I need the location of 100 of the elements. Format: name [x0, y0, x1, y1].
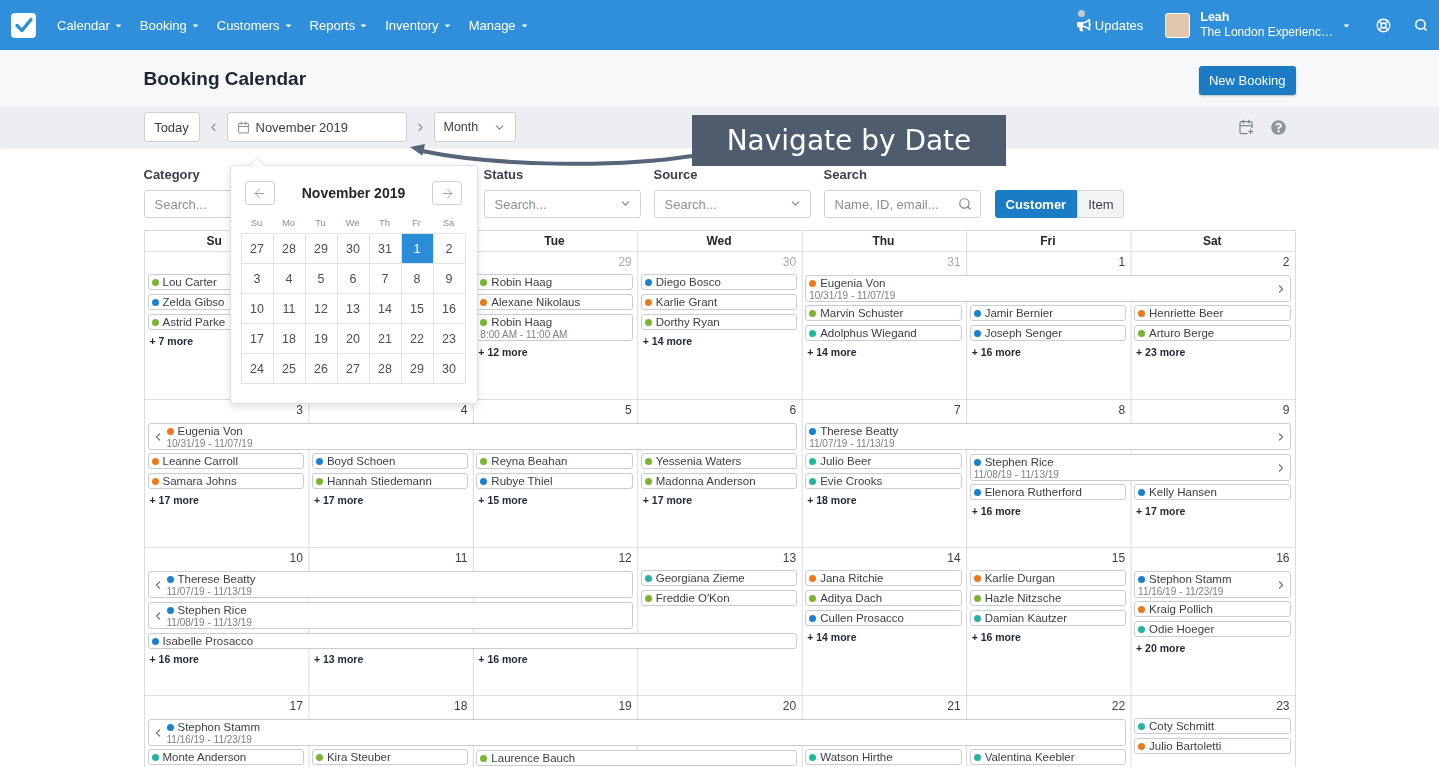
booking-chip[interactable]: Samara Johns	[147, 473, 304, 489]
date-picker-day[interactable]: 13	[337, 294, 370, 324]
booking-bar[interactable]: Therese Beatty 11/07/19 - 11/13/19	[147, 571, 633, 598]
date-picker-day[interactable]: 3	[241, 264, 274, 294]
date-picker-day[interactable]: 12	[305, 294, 338, 324]
more-link[interactable]: + 16 more	[971, 505, 1021, 518]
booking-chip[interactable]: Watson Hirthe	[805, 749, 962, 765]
date-picker-day[interactable]: 8	[401, 264, 434, 294]
booking-chip[interactable]: Julio Beer	[805, 453, 962, 469]
new-booking-button[interactable]: New Booking	[1198, 65, 1296, 95]
date-picker-day[interactable]: 22	[401, 324, 434, 354]
date-picker-day[interactable]: 9	[433, 264, 466, 294]
date-picker-day[interactable]: 20	[337, 324, 370, 354]
date-picker-day[interactable]: 15	[401, 294, 434, 324]
booking-chip[interactable]: Georgiana Zieme	[640, 570, 798, 586]
mode-toggle-option[interactable]: Customer	[994, 190, 1078, 218]
booking-chip[interactable]: Kelly Hansen	[1134, 484, 1291, 500]
more-link[interactable]: + 20 more	[1136, 642, 1186, 655]
booking-chip[interactable]: Evie Crooks	[805, 473, 962, 489]
logo-icon[interactable]	[11, 12, 36, 38]
more-link[interactable]: + 17 more	[1136, 505, 1186, 518]
booking-bar[interactable]: Stephon Stamm 11/16/19 - 11/23/19	[147, 719, 1127, 746]
date-picker-day[interactable]: 31	[369, 234, 402, 264]
booking-chip[interactable]: Robin Haag 8:00 AM - 11:00 AM	[476, 314, 633, 341]
booking-chip[interactable]: Cullen Prosacco	[805, 610, 962, 626]
date-field[interactable]: November 2019	[226, 112, 407, 142]
booking-chip[interactable]: Kira Steuber	[311, 749, 469, 765]
booking-chip[interactable]: Jamir Bernier	[969, 305, 1127, 321]
date-picker-day[interactable]: 4	[273, 264, 306, 294]
date-picker-day[interactable]: 17	[241, 324, 274, 354]
date-picker-day[interactable]: 28	[273, 234, 306, 264]
date-picker-day[interactable]: 16	[433, 294, 466, 324]
booking-chip[interactable]: Dorthy Ryan	[640, 314, 798, 330]
more-link[interactable]: + 14 more	[807, 346, 857, 359]
booking-bar[interactable]: Isabelle Prosacco	[147, 633, 798, 649]
date-picker-day[interactable]: 28	[369, 354, 402, 384]
more-link[interactable]: + 16 more	[971, 631, 1021, 644]
booking-bar[interactable]: Eugenia Von 10/31/19 - 11/07/19	[147, 423, 798, 450]
booking-chip[interactable]: Kraig Pollich	[1134, 601, 1291, 617]
booking-bar[interactable]: Stephen Rice 11/08/19 - 11/13/19	[969, 454, 1291, 481]
booking-chip[interactable]: Coty Schmitt	[1134, 718, 1291, 734]
more-link[interactable]: + 14 more	[807, 631, 857, 644]
booking-bar[interactable]: Laurence Bauch	[476, 750, 798, 766]
booking-chip[interactable]: Madonna Anderson	[640, 473, 798, 489]
date-picker-day[interactable]: 18	[273, 324, 306, 354]
search-icon[interactable]	[1414, 18, 1428, 32]
booking-chip[interactable]: Jana Ritchie	[805, 570, 962, 586]
booking-chip[interactable]: Robin Haag	[476, 274, 633, 290]
booking-chip[interactable]: Henriette Beer	[1134, 305, 1291, 321]
booking-bar[interactable]: Eugenia Von 10/31/19 - 11/07/19	[805, 275, 1291, 302]
booking-chip[interactable]: Elenora Rutherford	[969, 484, 1127, 500]
booking-chip[interactable]: Arturo Berge	[1134, 325, 1291, 341]
booking-chip[interactable]: Karlie Durgan	[969, 570, 1127, 586]
booking-bar[interactable]: Therese Beatty 11/07/19 - 11/13/19	[805, 423, 1291, 450]
next-month-button[interactable]	[432, 181, 463, 205]
date-picker-day[interactable]: 29	[401, 354, 434, 384]
booking-chip[interactable]: Monte Anderson	[147, 749, 304, 765]
date-picker-day[interactable]: 21	[369, 324, 402, 354]
booking-chip[interactable]: Rubye Thiel	[476, 473, 633, 489]
today-button[interactable]: Today	[143, 112, 200, 142]
booking-chip[interactable]: Reyna Beahan	[476, 453, 633, 469]
more-link[interactable]: + 16 more	[149, 653, 199, 666]
date-picker-day[interactable]: 30	[433, 354, 466, 384]
more-link[interactable]: + 16 more	[478, 653, 528, 666]
date-picker-day[interactable]: 11	[273, 294, 306, 324]
booking-chip[interactable]: Damian Kautzer	[969, 610, 1127, 626]
booking-chip[interactable]: Marvin Schuster	[805, 305, 962, 321]
booking-chip[interactable]: Leanne Carroll	[147, 453, 304, 469]
date-picker-day[interactable]: 19	[305, 324, 338, 354]
more-link[interactable]: + 23 more	[1136, 346, 1186, 359]
date-picker-day[interactable]: 23	[433, 324, 466, 354]
date-picker-day[interactable]: 25	[273, 354, 306, 384]
date-picker-day[interactable]: 26	[305, 354, 338, 384]
date-picker-day[interactable]: 27	[337, 354, 370, 384]
booking-chip[interactable]: Adolphus Wiegand	[805, 325, 962, 341]
mode-toggle-option[interactable]: Item	[1077, 190, 1125, 218]
more-link[interactable]: + 17 more	[313, 494, 364, 507]
booking-chip[interactable]: Hannah Stiedemann	[311, 473, 469, 489]
more-link[interactable]: + 14 more	[642, 335, 693, 348]
more-link[interactable]: + 17 more	[149, 494, 199, 507]
more-link[interactable]: + 15 more	[478, 494, 528, 507]
search-icon[interactable]	[957, 197, 972, 211]
booking-chip[interactable]: Julio Bartoletti	[1134, 738, 1291, 754]
date-picker-day[interactable]: 10	[241, 294, 274, 324]
booking-chip[interactable]: Freddie O'Kon	[640, 590, 798, 606]
date-picker-day[interactable]: 27	[241, 234, 274, 264]
booking-chip[interactable]: Yessenia Waters	[640, 453, 798, 469]
booking-chip[interactable]: Odie Hoeger	[1134, 621, 1291, 637]
more-link[interactable]: + 18 more	[807, 494, 857, 507]
more-link[interactable]: + 7 more	[149, 335, 193, 348]
booking-chip[interactable]: Alexane Nikolaus	[476, 294, 633, 310]
view-select[interactable]: Month	[433, 112, 516, 142]
date-picker-day[interactable]: 6	[337, 264, 370, 294]
more-link[interactable]: + 16 more	[971, 346, 1021, 359]
dropdown-field[interactable]: Search...	[483, 190, 641, 218]
date-picker-day[interactable]: 30	[337, 234, 370, 264]
date-picker-day[interactable]: 24	[241, 354, 274, 384]
booking-chip[interactable]: Valentina Keebler	[969, 749, 1127, 765]
date-picker-day[interactable]: 7	[369, 264, 402, 294]
date-picker-day[interactable]: 2	[433, 234, 466, 264]
